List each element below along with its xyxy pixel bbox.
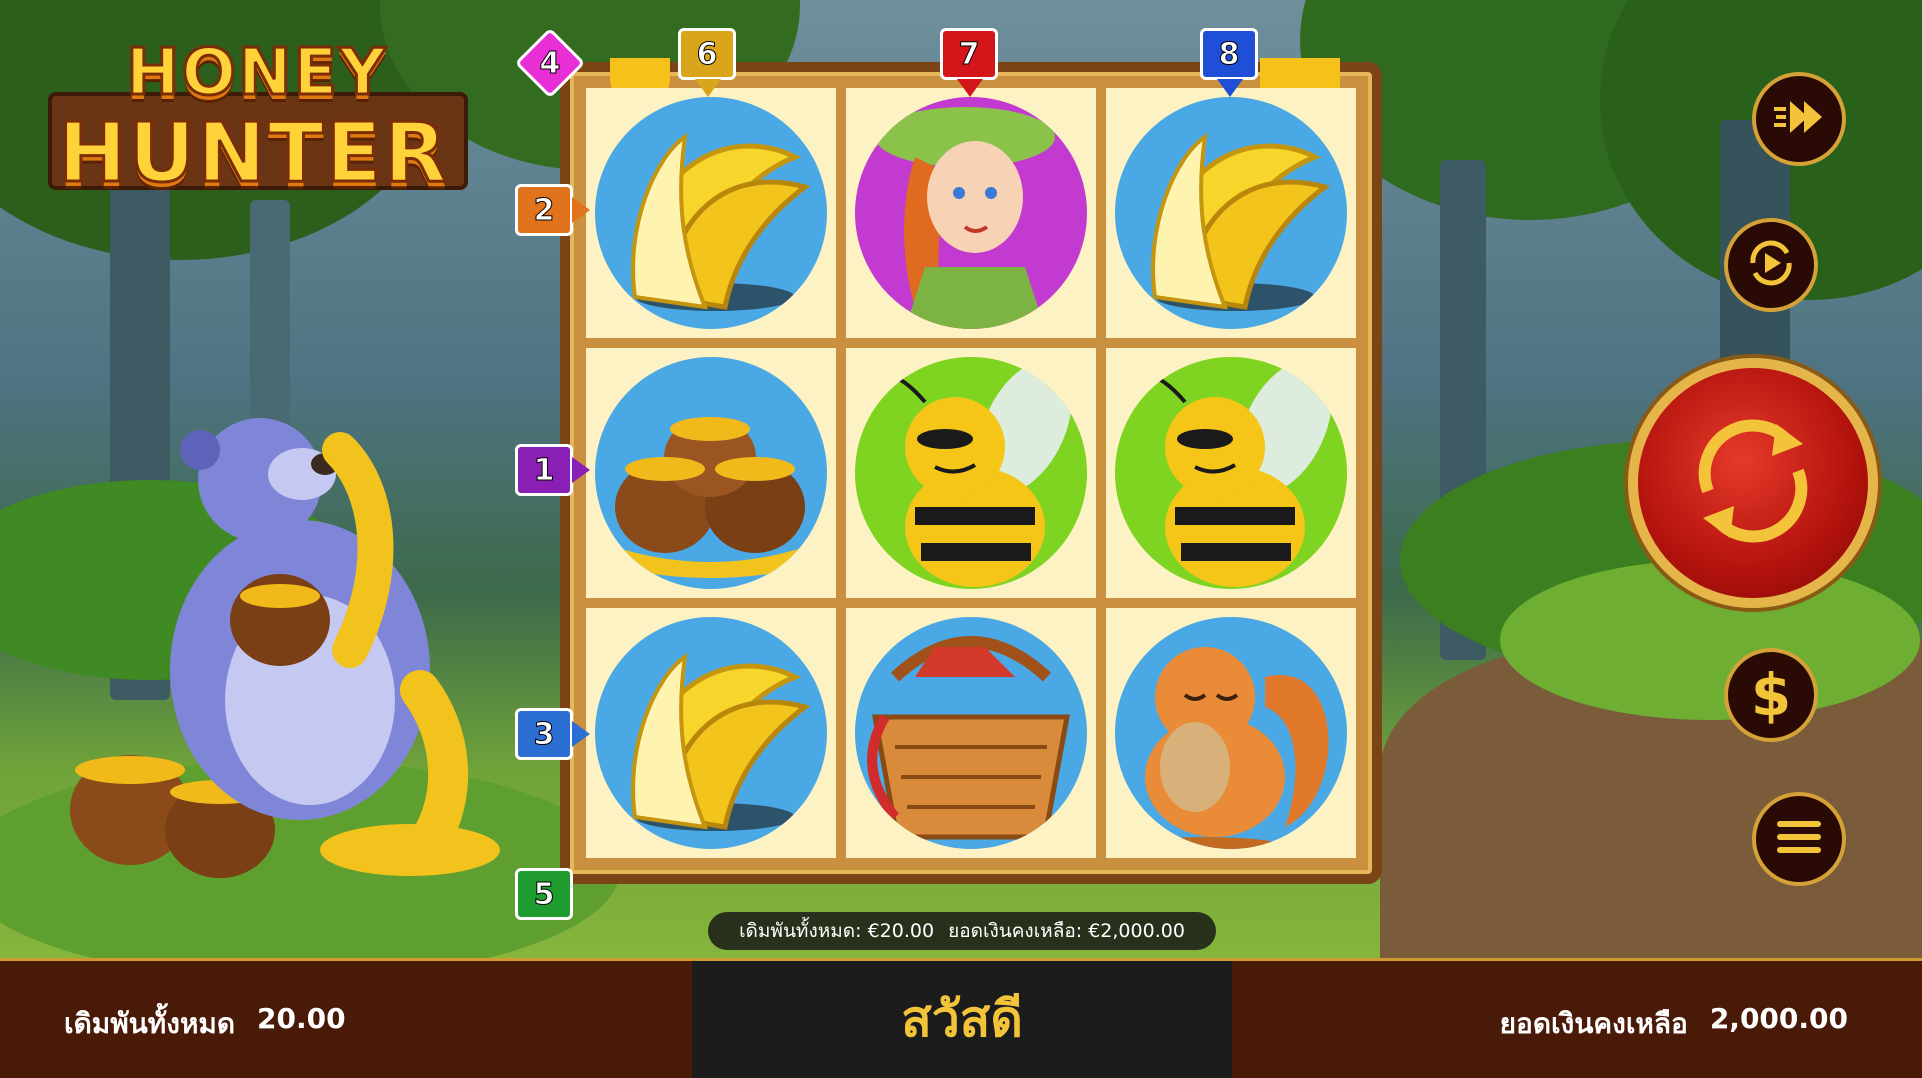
- payline-marker-5: 5: [515, 868, 573, 920]
- turbo-button[interactable]: [1752, 72, 1846, 166]
- bananas-symbol: [1115, 97, 1347, 329]
- payline-number: 3: [533, 716, 555, 752]
- message-panel: สวัสดี: [692, 958, 1232, 1078]
- logo-title-line1: HONEY: [125, 35, 388, 112]
- bet-button[interactable]: $: [1724, 648, 1818, 742]
- total-bet-label: เดิมพันทั้งหมด: [64, 1007, 236, 1040]
- game-logo: HONEY HUNTER: [38, 35, 478, 206]
- bananas-symbol: [595, 617, 827, 849]
- reel-cell-bananas: [586, 608, 836, 858]
- autoplay-icon: [1743, 235, 1799, 295]
- dollar-icon: $: [1750, 661, 1792, 729]
- fast-forward-icon: [1772, 97, 1826, 141]
- reel-cell-honey-pots: [586, 348, 836, 598]
- balance-display: ยอดเงินคงเหลือ 2,000.00: [1500, 1002, 1848, 1046]
- honey-pots-symbol: [595, 357, 827, 589]
- bear-mascot: [40, 410, 560, 880]
- payline-marker-7: 7: [940, 28, 998, 97]
- payline-number: 4: [539, 45, 561, 81]
- payline-number: 7: [958, 36, 980, 72]
- bananas-symbol: [595, 97, 827, 329]
- info-balance-value: €2,000.00: [1088, 920, 1185, 942]
- payline-number: 1: [533, 452, 555, 488]
- squirrel-symbol: [1115, 617, 1347, 849]
- info-total-bet: เดิมพันทั้งหมด: €20.00: [739, 916, 934, 946]
- logo-title-line2: HUNTER: [57, 105, 449, 203]
- payline-number: 2: [533, 192, 555, 228]
- picnic-basket-symbol: [855, 617, 1087, 849]
- reel-cell-squirrel: [1106, 608, 1356, 858]
- autoplay-button[interactable]: [1724, 218, 1818, 312]
- greeting-message: สวัสดี: [901, 990, 1023, 1048]
- bee-symbol: [1115, 357, 1347, 589]
- bee-symbol: [855, 357, 1087, 589]
- info-balance: ยอดเงินคงเหลือ: €2,000.00: [948, 916, 1185, 946]
- balance-label: ยอดเงินคงเหลือ: [1499, 1007, 1688, 1040]
- balance-value: 2,000.00: [1709, 1002, 1848, 1035]
- reel-cell-bee: [1106, 348, 1356, 598]
- reel-cell-explorer-girl: [846, 88, 1096, 338]
- payline-marker-6: 6: [678, 28, 736, 97]
- payline-marker-8: 8: [1200, 28, 1258, 97]
- payline-marker-2: 2: [515, 184, 590, 236]
- reel-cell-bee: [846, 348, 1096, 598]
- payline-number: 5: [533, 876, 555, 912]
- bet-balance-info-bar: เดิมพันทั้งหมด: €20.00 ยอดเงินคงเหลือ: €…: [708, 912, 1216, 950]
- reel-grid: [586, 88, 1356, 858]
- info-total-bet-value: €20.00: [867, 920, 935, 942]
- payline-number: 8: [1218, 36, 1240, 72]
- payline-marker-1: 1: [515, 444, 590, 496]
- info-balance-label: ยอดเงินคงเหลือ:: [948, 920, 1083, 942]
- spin-button[interactable]: [1628, 358, 1878, 608]
- menu-icon: [1775, 817, 1823, 861]
- total-bet-display: เดิมพันทั้งหมด 20.00: [64, 1002, 346, 1046]
- menu-button[interactable]: [1752, 792, 1846, 886]
- explorer-girl-symbol: [855, 97, 1087, 329]
- total-bet-value: 20.00: [257, 1002, 346, 1035]
- spin-arrows-icon: [1668, 396, 1838, 570]
- reel-frame: [560, 58, 1382, 884]
- reel-cell-bananas: [586, 88, 836, 338]
- info-total-bet-label: เดิมพันทั้งหมด:: [739, 920, 862, 942]
- payline-marker-3: 3: [515, 708, 590, 760]
- reel-cell-bananas: [1106, 88, 1356, 338]
- reel-cell-picnic-basket: [846, 608, 1096, 858]
- payline-number: 6: [696, 36, 718, 72]
